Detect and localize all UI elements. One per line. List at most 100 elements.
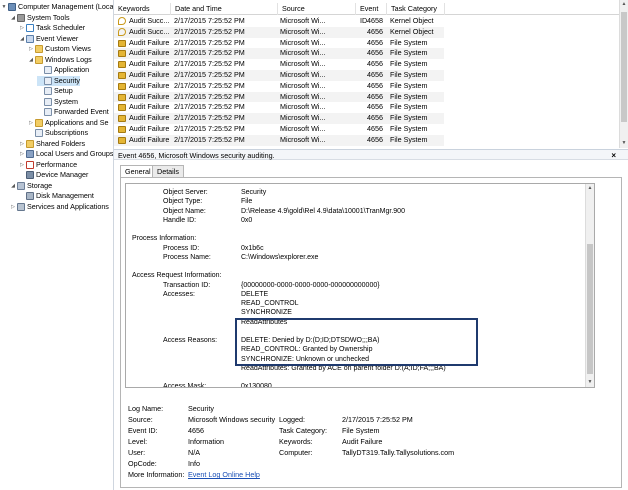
lock-icon [118, 93, 126, 101]
tree-item-shared-folders[interactable]: ▷ Shared Folders [19, 139, 85, 149]
table-row[interactable]: Audit Failure 2/17/2015 7:25:52 PM Microso… [114, 70, 444, 81]
folder-icon [35, 56, 43, 64]
log-icon [44, 98, 52, 106]
expand-arrow-icon[interactable]: ▷ [19, 160, 25, 170]
scroll-up-icon[interactable]: ▲ [620, 0, 628, 9]
tree-item-computer-management-local[interactable]: ▼ Computer Management (Local [1, 2, 114, 12]
event-list-scrollbar[interactable]: ▲ ▼ [619, 0, 628, 148]
message-value: D:\Release 4.9\gold\Rel 4.9\data\10001\T… [241, 207, 405, 215]
tree-item-system-tools[interactable]: ◢ System Tools [10, 13, 70, 23]
keyword-cell: Audit Failure [129, 37, 170, 47]
scroll-down-icon[interactable]: ▼ [620, 139, 628, 148]
event-id-cell: 4658 [367, 16, 383, 25]
message-value: Security [241, 189, 267, 196]
message-value: File [241, 198, 253, 206]
keyword-cell: Audit Failure [129, 113, 170, 123]
column-keywords[interactable]: Keywords [114, 3, 171, 15]
log-icon [44, 87, 52, 95]
tree-item-label: Local Users and Groups [36, 149, 114, 158]
tree-item-label: Event Viewer [36, 34, 79, 43]
tree-item-disk-management[interactable]: Disk Management [19, 191, 94, 201]
date-cell: 2/17/2015 7:25:52 PM [174, 102, 245, 112]
tree-item-services-and-applications[interactable]: ▷ Services and Applications [10, 202, 109, 212]
column-date-time[interactable]: Date and Time [171, 3, 278, 15]
source-cell: Microsoft Wi... [280, 134, 326, 144]
disk-icon [26, 192, 34, 200]
scroll-thumb[interactable] [621, 12, 627, 122]
collapse-arrow-icon[interactable]: ◢ [10, 13, 16, 23]
event-id-cell: 4656 [367, 124, 383, 133]
tree-item-application[interactable]: Application [37, 65, 89, 75]
task-category-cell: File System [390, 91, 428, 101]
message-value: READ_CONTROL [241, 300, 299, 307]
performance-icon [26, 161, 34, 169]
date-cell: 2/17/2015 7:25:52 PM [174, 59, 245, 69]
event-viewer-icon [26, 35, 34, 43]
tree-item-system[interactable]: System [37, 97, 78, 107]
table-row[interactable]: Audit Succ... 2/17/2015 7:25:52 PM Microso… [114, 16, 444, 27]
collapse-arrow-icon[interactable]: ◢ [19, 34, 25, 44]
collapse-arrow-icon[interactable]: ◢ [28, 55, 34, 65]
keyword-cell: Audit Failure [129, 70, 170, 79]
computer-label: Computer: [279, 448, 313, 457]
expand-arrow-icon[interactable]: ▷ [10, 202, 16, 212]
source-cell: Microsoft Wi... [280, 102, 326, 112]
tree-item-setup[interactable]: Setup [37, 86, 73, 96]
scroll-up-icon[interactable]: ▲ [586, 184, 594, 193]
scroll-down-icon[interactable]: ▼ [586, 378, 594, 387]
table-row[interactable]: Audit Failure 2/17/2015 7:25:52 PM Microso… [114, 38, 444, 49]
tree-item-forwarded-event[interactable]: Forwarded Event [37, 107, 109, 117]
tree-item-local-users-and-groups[interactable]: ▷ Local Users and Groups [19, 149, 114, 159]
source-cell: Microsoft Wi... [280, 48, 326, 58]
table-row[interactable]: Audit Succ... 2/17/2015 7:25:52 PM Microso… [114, 26, 444, 38]
collapse-arrow-icon[interactable]: ▼ [1, 2, 7, 12]
tree-item-label: Task Scheduler [36, 23, 86, 32]
tree-item-task-scheduler[interactable]: ▷ Task Scheduler [19, 23, 85, 33]
tree-item-applications-and-se[interactable]: ▷ Applications and Se [28, 118, 109, 128]
more-information-label: More Information: [128, 470, 185, 479]
source-cell: Microsoft Wi... [280, 16, 326, 25]
tree-item-custom-views[interactable]: ▷ Custom Views [28, 44, 91, 54]
table-row[interactable]: Audit Failure 2/17/2015 7:25:52 PM Microso… [114, 91, 444, 103]
tree-item-storage[interactable]: ◢ Storage [10, 181, 52, 191]
keyword-cell: Audit Failure [129, 124, 170, 133]
column-task-category[interactable]: Task Category [387, 3, 445, 15]
tree-item-performance[interactable]: ▷ Performance [19, 160, 77, 170]
level-value: Information [188, 437, 224, 446]
table-row[interactable]: Audit Failure 2/17/2015 7:25:52 PM Microso… [114, 134, 444, 146]
source-cell: Microsoft Wi... [280, 80, 326, 90]
message-scrollbar[interactable]: ▲ ▼ [585, 184, 594, 387]
event-log-online-help-link[interactable]: Event Log Online Help [188, 470, 260, 480]
date-cell: 2/17/2015 7:25:52 PM [174, 113, 245, 123]
task-category-cell: File System [390, 48, 428, 58]
table-row[interactable]: Audit Failure 2/17/2015 7:25:52 PM Microso… [114, 59, 444, 70]
tree-item-security[interactable]: Security [37, 76, 80, 86]
lock-icon [118, 50, 126, 58]
expand-arrow-icon[interactable]: ▷ [19, 139, 25, 149]
table-row[interactable]: Audit Failure 2/17/2015 7:25:52 PM Microso… [114, 102, 444, 113]
expand-arrow-icon[interactable]: ▷ [28, 44, 34, 54]
table-row[interactable]: Audit Failure 2/17/2015 7:25:52 PM Microso… [114, 48, 444, 60]
tree-item-event-viewer[interactable]: ◢ Event Viewer [19, 34, 78, 44]
expand-arrow-icon[interactable]: ▷ [28, 118, 34, 128]
table-row[interactable]: Audit Failure 2/17/2015 7:25:52 PM Microso… [114, 113, 444, 124]
message-label: Transaction ID: [163, 281, 211, 289]
table-row[interactable]: Audit Failure 2/17/2015 7:25:52 PM Microso… [114, 81, 444, 92]
tree-item-windows-logs[interactable]: ◢ Windows Logs [28, 55, 92, 65]
expand-arrow-icon[interactable]: ▷ [19, 23, 25, 33]
tab-details[interactable]: Details [152, 165, 184, 177]
column-source[interactable]: Source [278, 3, 356, 15]
collapse-arrow-icon[interactable]: ◢ [10, 181, 16, 191]
column-event-id[interactable]: Event ID [356, 3, 387, 25]
source-cell: Microsoft Wi... [280, 124, 326, 133]
table-row[interactable]: Audit Failure 2/17/2015 7:25:52 PM Microso… [114, 124, 444, 135]
tree-item-subscriptions[interactable]: Subscriptions [28, 128, 88, 138]
scroll-thumb[interactable] [587, 244, 593, 374]
tree-item-label: Computer Management (Local [18, 2, 114, 11]
close-icon[interactable]: × [611, 150, 616, 161]
tree-item-device-manager[interactable]: Device Manager [19, 170, 88, 180]
expand-arrow-icon[interactable]: ▷ [19, 149, 25, 159]
access-reasons-highlight-box [235, 318, 478, 366]
message-label: Accesses: [163, 290, 195, 298]
task-category-cell: File System [390, 124, 428, 133]
